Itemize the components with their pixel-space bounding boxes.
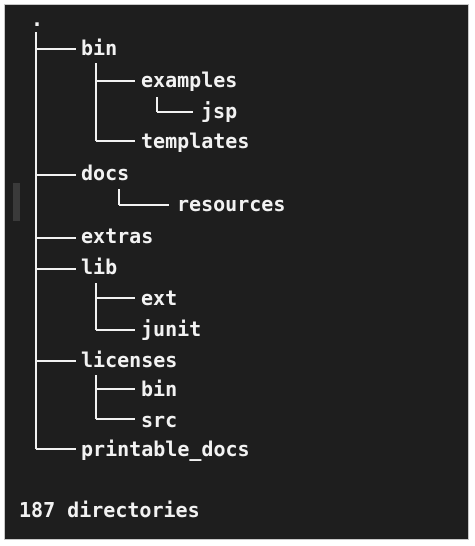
tree-item-templates: templates (141, 129, 250, 153)
tree-item-src: src (141, 408, 178, 432)
tree-item-extras: extras (81, 224, 154, 248)
tree-root: . (31, 7, 44, 31)
directory-count-summary: 187 directories (19, 498, 200, 522)
tree-item-examples: examples (141, 68, 238, 92)
tree-item-resources: resources (177, 192, 286, 216)
tree-item-licenses: licenses (81, 348, 178, 372)
tree-item-lib: lib (81, 255, 118, 279)
tree-item-jsp: jsp (201, 99, 238, 123)
tree-item-docs: docs (81, 161, 130, 185)
tree-item-junit: junit (141, 317, 202, 341)
tree-item-printable-docs: printable_docs (81, 437, 250, 461)
tree-item-ext: ext (141, 286, 178, 310)
tree-item-licenses-bin: bin (141, 377, 178, 401)
terminal-window: . bin examples jsp templates docs resour… (4, 4, 469, 540)
tree-item-bin: bin (81, 36, 118, 60)
